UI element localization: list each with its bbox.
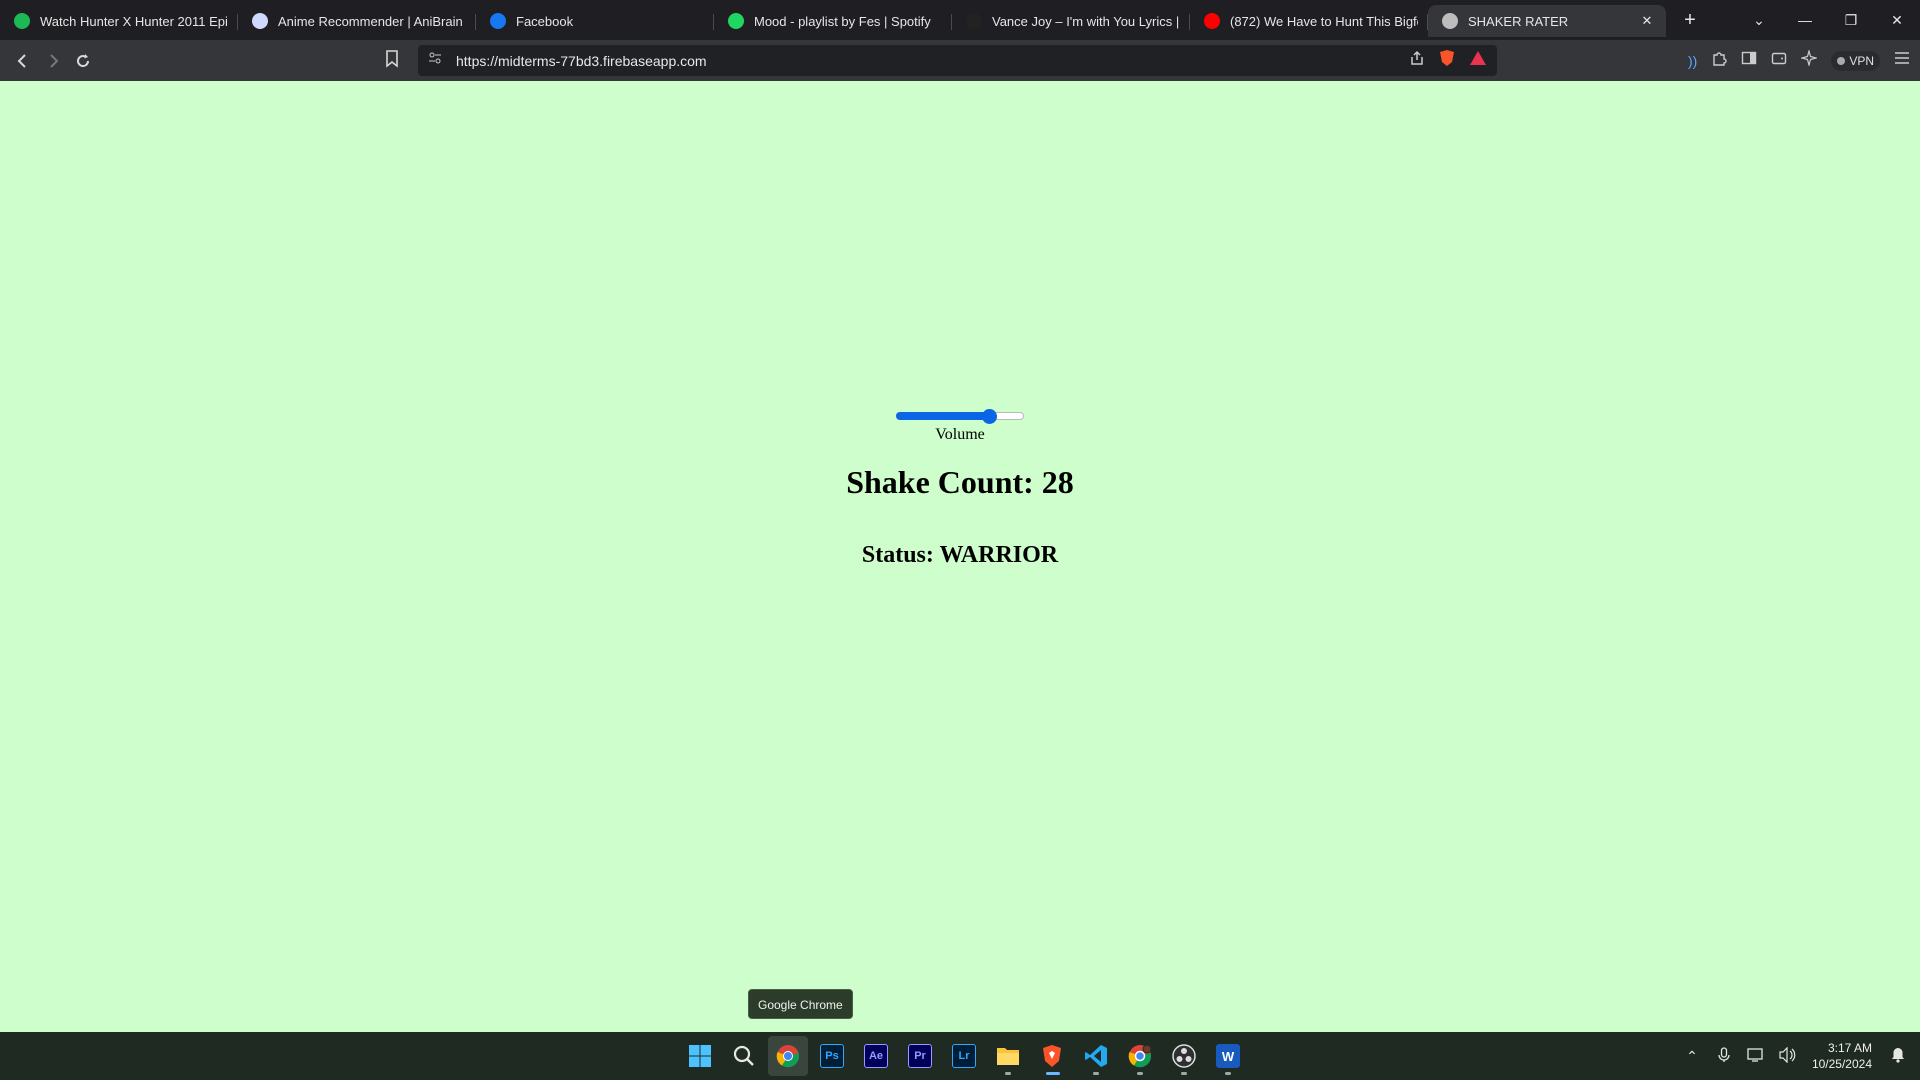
tab-title: Mood - playlist by Fes | Spotify <box>754 13 931 29</box>
obs-icon[interactable] <box>1164 1036 1204 1076</box>
clock-time: 3:17 AM <box>1827 1041 1872 1055</box>
url-text: https://midterms-77bd3.firebaseapp.com <box>456 52 707 69</box>
chrome-icon[interactable] <box>768 1036 808 1076</box>
running-indicator <box>1005 1072 1011 1075</box>
vscode-icon[interactable] <box>1076 1036 1116 1076</box>
after-effects-icon[interactable]: Ae <box>856 1036 896 1076</box>
notification-bell-icon[interactable] <box>1882 1047 1914 1066</box>
running-indicator <box>1181 1072 1187 1075</box>
v-logo-icon <box>14 13 30 29</box>
minimize-icon[interactable]: — <box>1782 12 1828 28</box>
vpn-label: VPN <box>1849 53 1874 68</box>
new-tab-button[interactable]: + <box>1672 4 1708 36</box>
volume-label: Volume <box>935 426 985 443</box>
window-controls: ⌄ — ❐ ✕ <box>1736 0 1920 40</box>
status-heading: Status: WARRIOR <box>861 542 1059 568</box>
brave-rewards-icon[interactable] <box>1469 50 1487 71</box>
menu-icon[interactable] <box>1894 51 1910 70</box>
clock-date: 10/25/2024 <box>1811 1057 1872 1071</box>
forward-icon[interactable] <box>38 46 68 76</box>
close-tab-icon[interactable]: ✕ <box>1638 12 1656 30</box>
tab-search-icon[interactable]: ⌄ <box>1736 12 1782 29</box>
windows-taskbar: Ps Ae Pr Lr W ⌃ 3:17 AM 10/25/2024 <box>0 1032 1920 1080</box>
lightroom-icon[interactable]: Lr <box>944 1036 984 1076</box>
browser-tab[interactable]: Mood - playlist by Fes | Spotify <box>714 5 952 37</box>
extensions-icon[interactable] <box>1711 50 1727 71</box>
photoshop-icon[interactable]: Ps <box>812 1036 852 1076</box>
address-bar[interactable]: https://midterms-77bd3.firebaseapp.com <box>418 45 1497 76</box>
facebook-icon <box>490 13 506 29</box>
genius-icon <box>966 13 982 29</box>
close-window-icon[interactable]: ✕ <box>1874 12 1920 29</box>
browser-tab[interactable]: Vance Joy – I'm with You Lyrics | Gen <box>952 5 1190 37</box>
tab-strip: Watch Hunter X Hunter 2011 Episod Anime R… <box>0 0 1920 40</box>
taskbar-tooltip: Google Chrome <box>748 989 853 1019</box>
clock[interactable]: 3:17 AM 10/25/2024 <box>1812 1040 1872 1072</box>
premiere-icon[interactable]: Pr <box>900 1036 940 1076</box>
tab-title: Vance Joy – I'm with You Lyrics | Gen <box>992 13 1180 29</box>
leo-ai-icon[interactable] <box>1800 48 1819 71</box>
system-tray: ⌃ 3:17 AM 10/25/2024 <box>1676 1032 1920 1080</box>
active-indicator <box>1046 1072 1060 1075</box>
anibrain-icon <box>252 13 268 29</box>
toolbar-actions: )) VPN <box>1688 40 1910 81</box>
restore-icon[interactable]: ❐ <box>1828 12 1874 29</box>
back-icon[interactable] <box>8 46 38 76</box>
windows-start-icon[interactable] <box>680 1036 720 1076</box>
speedreader-icon[interactable]: )) <box>1688 53 1697 69</box>
word-icon[interactable]: W <box>1208 1036 1248 1076</box>
youtube-icon <box>1204 13 1220 29</box>
tab-title: Facebook <box>516 13 574 29</box>
show-hidden-icons-icon[interactable]: ⌃ <box>1676 1048 1708 1065</box>
volume-slider-fill <box>896 412 990 420</box>
microphone-icon[interactable] <box>1708 1046 1740 1066</box>
bookmark-icon[interactable] <box>385 50 399 73</box>
shake-count-heading: Shake Count: 28 <box>846 464 1074 500</box>
brave-icon[interactable] <box>1032 1036 1072 1076</box>
browser-tab[interactable]: (872) We Have to Hunt This Bigfoot <box>1190 5 1428 37</box>
running-indicator <box>1225 1072 1231 1075</box>
reload-icon[interactable] <box>68 46 98 76</box>
browser-tab[interactable]: Facebook <box>476 5 714 37</box>
globe-icon <box>1442 13 1458 29</box>
sidebar-icon[interactable] <box>1741 50 1757 71</box>
vpn-status-icon <box>1837 56 1846 65</box>
wallet-icon[interactable] <box>1771 50 1787 71</box>
chrome-profile-icon[interactable] <box>1120 1036 1160 1076</box>
tab-title: SHAKER RATER <box>1468 13 1569 29</box>
site-info-icon[interactable] <box>428 51 442 70</box>
browser-tab[interactable]: Watch Hunter X Hunter 2011 Episod <box>0 5 238 37</box>
volume-icon[interactable] <box>1772 1046 1804 1066</box>
share-icon[interactable] <box>1409 50 1425 71</box>
browser-tab[interactable]: SHAKER RATER ✕ <box>1428 5 1666 37</box>
vpn-button[interactable]: VPN <box>1831 50 1880 71</box>
search-icon[interactable] <box>724 1036 764 1076</box>
spotify-icon <box>728 13 744 29</box>
tab-title: Watch Hunter X Hunter 2011 Episod <box>40 13 228 29</box>
brave-shields-icon[interactable] <box>1439 49 1455 72</box>
tab-title: (872) We Have to Hunt This Bigfoot <box>1230 13 1418 29</box>
file-explorer-icon[interactable] <box>988 1036 1028 1076</box>
tab-title: Anime Recommender | AniBrain <box>278 13 463 29</box>
network-icon[interactable] <box>1740 1047 1772 1066</box>
running-indicator <box>1137 1072 1143 1075</box>
browser-tab[interactable]: Anime Recommender | AniBrain <box>238 5 476 37</box>
browser-toolbar: https://midterms-77bd3.firebaseapp.com )… <box>0 40 1920 81</box>
running-indicator <box>1093 1072 1099 1075</box>
